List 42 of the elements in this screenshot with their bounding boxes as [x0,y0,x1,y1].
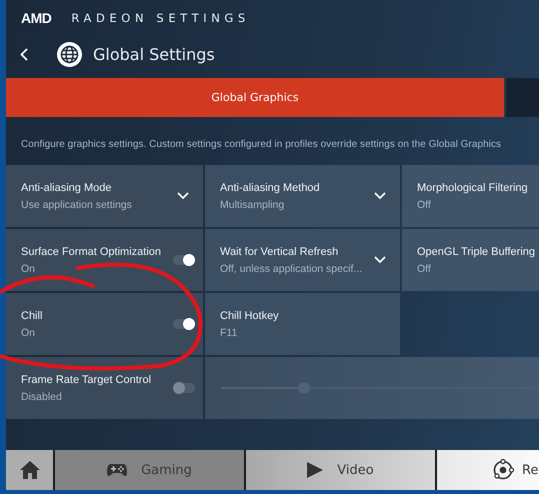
setting-card[interactable]: Chill On [6,293,203,355]
nav-tab[interactable]: Re [437,450,539,490]
gamepad-icon [107,462,128,478]
chevron-down-icon [374,192,386,200]
setting-value: On [21,262,36,276]
setting-card[interactable]: Anti-aliasing Mode Use application settings [6,165,203,227]
orbit-icon [492,459,514,481]
setting-value: Off [417,262,432,276]
tab[interactable]: Global Graphics [6,78,504,117]
toggle-switch[interactable] [173,254,195,266]
setting-value: Multisampling [220,198,286,212]
slider[interactable] [221,382,539,394]
setting-title: Chill [21,308,44,322]
setting-title: Surface Format Optimization [21,244,162,258]
setting-title: Wait for Vertical Refresh [220,244,340,258]
setting-value: Off, unless application specif... [220,262,364,276]
setting-value: On [21,326,36,340]
setting-value: Use application settings [21,198,133,212]
setting-title: Chill Hotkey [220,308,280,322]
setting-title: Anti-aliasing Mode [21,180,112,194]
brand-logo: AMD [21,10,52,26]
app-title: RADEON SETTINGS [71,11,250,25]
description-text: Configure graphics settings. Custom settings configured in profiles override settings on the Global Graphics [21,139,502,150]
setting-card[interactable]: Anti-aliasing Method Multisampling [205,165,400,227]
setting-value: Off [417,198,432,212]
play-icon [307,462,324,478]
page-title: Global Settings [93,44,215,64]
setting-title: Anti-aliasing Method [220,180,321,194]
setting-card[interactable]: Surface Format Optimization On [6,229,203,291]
toggle-switch[interactable] [173,318,195,330]
home-button[interactable] [6,450,53,490]
setting-value: Disabled [21,390,63,404]
setting-card[interactable]: Wait for Vertical Refresh Off, unless application specif... [205,229,400,291]
chevron-down-icon [177,192,189,200]
globe-icon [57,42,82,66]
chevron-down-icon [374,256,386,264]
setting-title: OpenGL Triple Buffering [417,244,536,258]
nav-tab[interactable]: Video [246,450,435,490]
setting-title: Morphological Filtering [417,180,529,194]
setting-value: F11 [220,326,238,340]
home-icon [20,461,40,479]
setting-title: Frame Rate Target Control [21,372,152,386]
